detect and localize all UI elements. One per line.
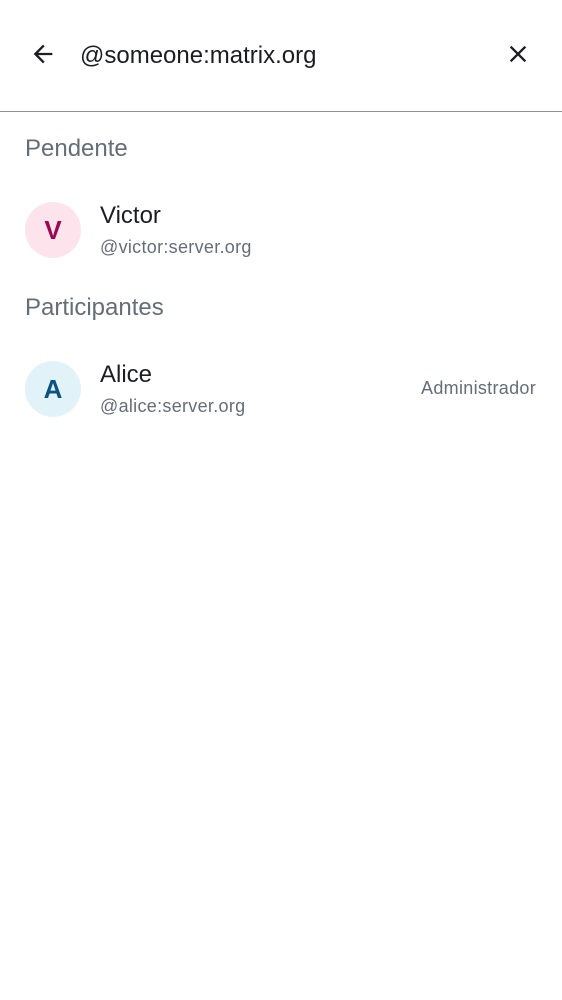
section-header-pending: Pendente: [25, 135, 128, 162]
member-user-id: @victor:server.org: [100, 237, 252, 257]
member-role-badge: Administrador: [421, 378, 536, 398]
section-header-participants: Participantes: [25, 294, 164, 321]
member-name: Victor: [100, 202, 161, 229]
avatar: A: [25, 361, 81, 417]
clear-search-button[interactable]: [494, 32, 542, 80]
search-bar: [0, 0, 562, 112]
member-user-id: @alice:server.org: [100, 396, 246, 416]
member-row-alice[interactable]: A Alice @alice:server.org Administrador: [0, 349, 562, 429]
search-input[interactable]: [80, 34, 480, 78]
member-name: Alice: [100, 361, 153, 388]
back-button[interactable]: [19, 32, 67, 80]
arrow-back-icon: [29, 40, 57, 73]
avatar: V: [25, 202, 81, 258]
close-icon: [504, 40, 532, 73]
member-row-victor[interactable]: V Victor @victor:server.org: [0, 190, 562, 270]
